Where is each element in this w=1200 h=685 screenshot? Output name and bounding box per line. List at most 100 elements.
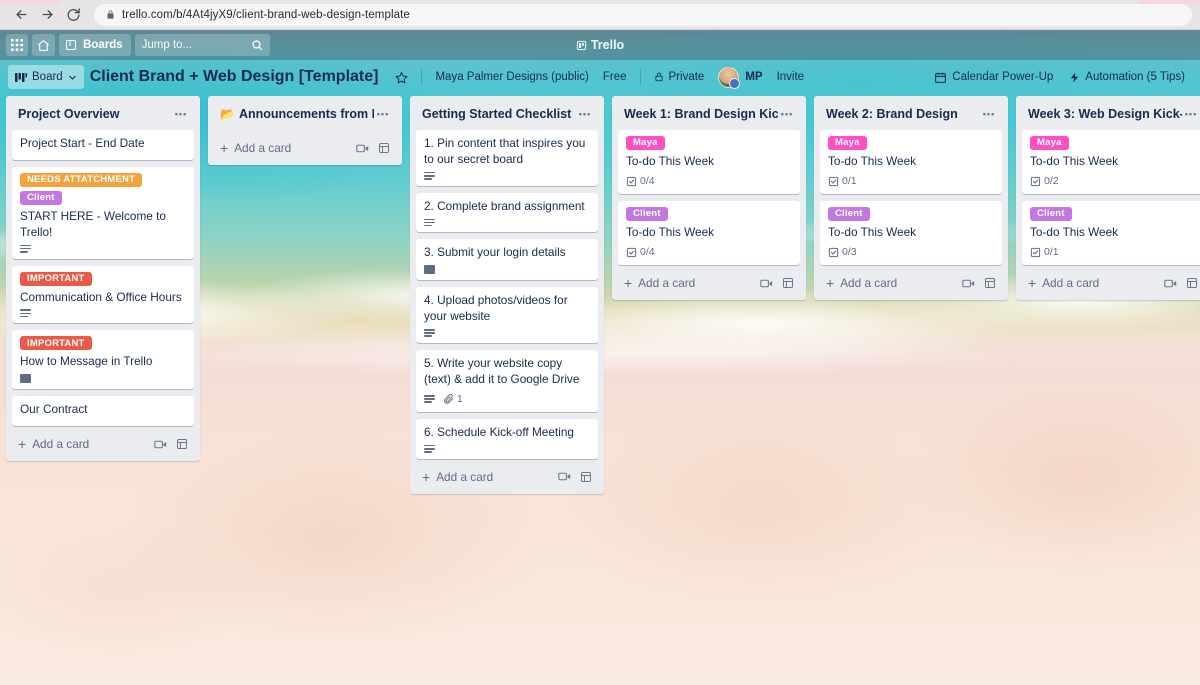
add-card-icons bbox=[760, 277, 794, 289]
add-card-button[interactable]: + Add a card bbox=[818, 268, 1004, 296]
browser-chrome: trello.com/b/4At4jyX9/client-brand-web-d… bbox=[0, 0, 1200, 30]
invite-button[interactable]: Invite bbox=[770, 65, 812, 89]
visibility-button[interactable]: Private bbox=[647, 65, 712, 89]
boards-button[interactable]: Boards bbox=[59, 34, 131, 56]
card-template-icon[interactable] bbox=[760, 278, 773, 289]
card-badges bbox=[424, 444, 590, 453]
card-labels: Client bbox=[1030, 207, 1196, 222]
board-view-switcher[interactable]: Board bbox=[8, 65, 84, 89]
list-1[interactable]: Project Overview ••• Project Start - End D… bbox=[6, 96, 200, 462]
list-6[interactable]: Week 3: Web Design Kick-off••• Maya To-do … bbox=[1016, 96, 1200, 301]
plan-badge[interactable]: Free bbox=[596, 65, 634, 89]
card-label[interactable]: Client bbox=[20, 190, 62, 205]
create-from-template-icon[interactable] bbox=[580, 471, 592, 483]
star-button[interactable] bbox=[388, 65, 415, 89]
list-title[interactable]: Project Overview bbox=[18, 107, 172, 122]
card-label[interactable]: Client bbox=[1030, 207, 1072, 222]
list-2[interactable]: 📂Announcements from Maya••• + Add a card bbox=[208, 96, 402, 165]
card-badge-description bbox=[424, 394, 435, 403]
card[interactable]: IMPORTANT Communication & Office Hours bbox=[12, 265, 194, 324]
member-avatar-group[interactable]: MP bbox=[711, 65, 769, 89]
create-from-template-icon[interactable] bbox=[378, 142, 390, 154]
card-label[interactable]: Client bbox=[828, 207, 870, 222]
list-title-text: Week 2: Brand Design bbox=[826, 106, 958, 121]
card[interactable]: Client To-do This Week 0/1 bbox=[1022, 201, 1200, 266]
card-badge-checklist: 0/2 bbox=[1030, 174, 1059, 188]
checklist-icon bbox=[1030, 176, 1041, 187]
create-from-template-icon[interactable] bbox=[782, 277, 794, 289]
create-from-template-icon[interactable] bbox=[1186, 277, 1198, 289]
list-title-text: Project Overview bbox=[18, 106, 120, 121]
list-4[interactable]: Week 1: Brand Design Kick-off••• Maya To-d… bbox=[612, 96, 806, 301]
forward-arrow-icon[interactable] bbox=[34, 2, 60, 28]
list-header: Getting Started Checklist ••• bbox=[414, 102, 600, 130]
add-card-button[interactable]: + Add a card bbox=[1020, 268, 1200, 296]
add-card-button[interactable]: + Add a card bbox=[10, 429, 196, 457]
list-menu-icon[interactable]: ••• bbox=[576, 106, 594, 122]
create-from-template-icon[interactable] bbox=[984, 277, 996, 289]
add-card-button[interactable]: + Add a card bbox=[616, 268, 802, 296]
card-template-icon[interactable] bbox=[962, 278, 975, 289]
search-input[interactable]: Jump to... bbox=[134, 34, 270, 56]
card-label[interactable]: NEEDS ATTATCHMENT bbox=[20, 172, 143, 187]
card[interactable]: 3. Submit your login details bbox=[416, 239, 598, 281]
card-template-icon[interactable] bbox=[558, 471, 571, 482]
list-menu-icon[interactable]: ••• bbox=[374, 106, 392, 122]
automation-button[interactable]: Automation (5 Tips) bbox=[1062, 65, 1192, 89]
card[interactable]: Client To-do This Week 0/4 bbox=[618, 201, 800, 266]
card[interactable]: 1. Pin content that inspires you to our … bbox=[416, 130, 598, 186]
list-menu-icon[interactable]: ••• bbox=[980, 106, 998, 122]
address-bar[interactable]: trello.com/b/4At4jyX9/client-brand-web-d… bbox=[94, 3, 1192, 26]
home-icon[interactable] bbox=[32, 34, 55, 56]
list-title[interactable]: 📂Announcements from Maya bbox=[220, 107, 374, 122]
card-template-icon[interactable] bbox=[154, 439, 167, 450]
card-template-icon[interactable] bbox=[1164, 278, 1177, 289]
avatar[interactable] bbox=[718, 66, 741, 89]
card-title: To-do This Week bbox=[626, 154, 715, 168]
list-menu-icon[interactable]: ••• bbox=[1182, 106, 1200, 122]
card[interactable]: 2. Complete brand assignment bbox=[416, 192, 598, 233]
list-5[interactable]: Week 2: Brand Design ••• Maya To-do This We… bbox=[814, 96, 1008, 301]
list-menu-icon[interactable]: ••• bbox=[778, 106, 796, 122]
board-lists-container[interactable]: Project Overview ••• Project Start - End D… bbox=[0, 96, 1200, 685]
list-title[interactable]: Week 3: Web Design Kick-off bbox=[1028, 107, 1182, 122]
list-title[interactable]: Week 2: Brand Design bbox=[826, 107, 980, 122]
workspace-name[interactable]: Maya Palmer Designs (public) bbox=[428, 65, 595, 89]
card-label[interactable]: Maya bbox=[626, 136, 665, 150]
card-template-icon[interactable] bbox=[356, 143, 369, 154]
card-title: 6. Schedule Kick-off Meeting bbox=[424, 424, 574, 439]
card[interactable]: Client To-do This Week 0/3 bbox=[820, 201, 1002, 266]
create-from-template-icon[interactable] bbox=[176, 438, 188, 450]
card[interactable]: Maya To-do This Week 0/1 bbox=[820, 130, 1002, 195]
card-label[interactable]: Client bbox=[626, 207, 668, 222]
card[interactable]: Project Start - End Date bbox=[12, 130, 194, 160]
list-menu-icon[interactable]: ••• bbox=[172, 106, 190, 122]
card-badges: 0/2 bbox=[1030, 174, 1196, 188]
add-card-button[interactable]: + Add a card bbox=[414, 462, 600, 490]
card[interactable]: Maya To-do This Week 0/4 bbox=[618, 130, 800, 195]
grid-apps-icon[interactable] bbox=[6, 34, 28, 56]
card[interactable]: 5. Write your website copy (text) & add … bbox=[416, 349, 598, 412]
avatar-initials: MP bbox=[745, 71, 763, 83]
card[interactable]: NEEDS ATTATCHMENT Client START HERE - Welc… bbox=[12, 166, 194, 259]
card[interactable]: 4. Upload photos/videos for your website bbox=[416, 287, 598, 343]
card[interactable]: IMPORTANT How to Message in Trello bbox=[12, 330, 194, 390]
card-labels: Client bbox=[626, 207, 792, 222]
add-card-button[interactable]: + Add a card bbox=[212, 133, 398, 161]
reload-icon[interactable] bbox=[60, 2, 86, 28]
card-badge-checklist: 0/4 bbox=[626, 245, 655, 259]
card[interactable]: Maya To-do This Week 0/2 bbox=[1022, 130, 1200, 195]
card-label[interactable]: Maya bbox=[828, 136, 867, 150]
calendar-power-up-button[interactable]: Calendar Power-Up bbox=[927, 65, 1060, 89]
card-label[interactable]: IMPORTANT bbox=[20, 336, 92, 351]
list-title[interactable]: Getting Started Checklist bbox=[422, 107, 576, 122]
card[interactable]: 6. Schedule Kick-off Meeting bbox=[416, 418, 598, 459]
card-label[interactable]: IMPORTANT bbox=[20, 271, 92, 286]
card-badge-description-block bbox=[424, 265, 435, 275]
back-arrow-icon[interactable] bbox=[8, 2, 34, 28]
card-label[interactable]: Maya bbox=[1030, 136, 1069, 150]
card[interactable]: Our Contract bbox=[12, 396, 194, 427]
add-card-label: Add a card bbox=[840, 276, 898, 291]
list-3[interactable]: Getting Started Checklist ••• 1. Pin conte… bbox=[410, 96, 604, 494]
list-title[interactable]: Week 1: Brand Design Kick-off bbox=[624, 107, 778, 122]
